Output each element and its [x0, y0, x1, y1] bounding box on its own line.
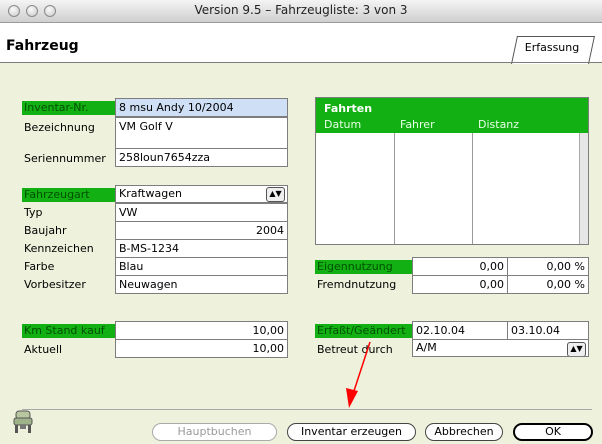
- inventar-erzeugen-button[interactable]: Inventar erzeugen: [287, 423, 416, 441]
- annotation-arrow: [346, 341, 371, 408]
- app-window: Version 9.5 – Fahrzeugliste: 3 von 3 Fah…: [0, 0, 602, 444]
- footer-divider: [22, 409, 592, 410]
- ok-button[interactable]: OK: [513, 423, 593, 441]
- car-icon: [13, 410, 33, 433]
- hauptbuchen-button[interactable]: Hauptbuchen: [152, 423, 277, 441]
- abbrechen-button[interactable]: Abbrechen: [425, 423, 503, 441]
